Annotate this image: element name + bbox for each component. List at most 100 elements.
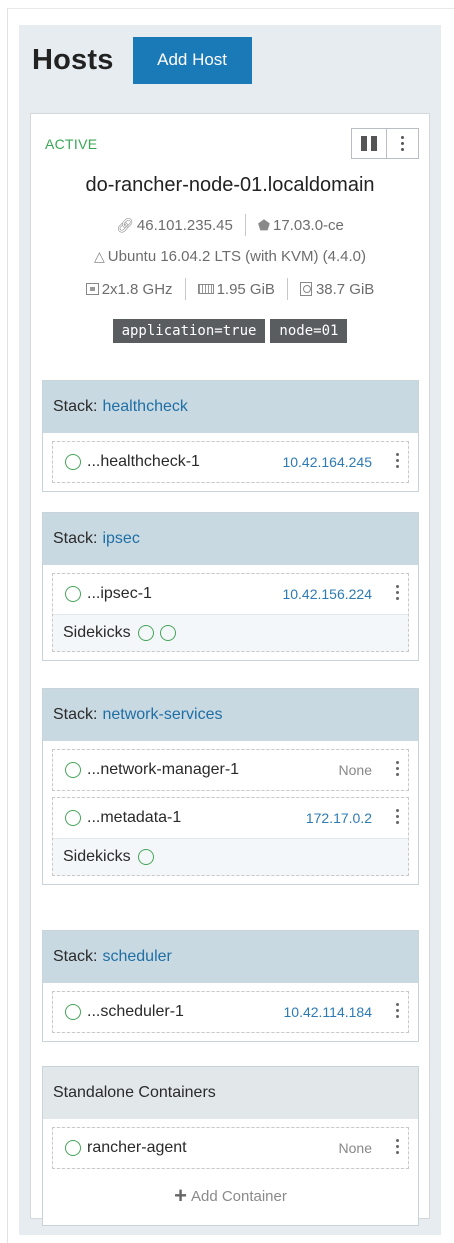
stack-body: ...healthcheck-1 10.42.164.245 (43, 433, 418, 491)
stack-header: Stack: scheduler (43, 931, 418, 983)
container-name[interactable]: ...scheduler-1 (87, 1003, 184, 1021)
os-icon: △ (94, 248, 105, 264)
standalone-header: Standalone Containers (43, 1067, 418, 1119)
host-actions (351, 128, 419, 159)
host-labels: application=true node=01 (31, 319, 429, 343)
sidekicks-row: Sidekicks (53, 614, 408, 651)
running-state-icon (65, 454, 81, 470)
stack-body: ...network-manager-1 None ...metadata-1 … (43, 741, 418, 884)
standalone-containers: Standalone Containers rancher-agent None… (42, 1066, 419, 1226)
pause-host-button[interactable] (351, 128, 387, 159)
stack-healthcheck: Stack: healthcheck ...healthcheck-1 10.4… (42, 380, 419, 492)
stack-body: rancher-agent None + Add Container (43, 1119, 418, 1225)
kebab-icon (396, 761, 399, 776)
host-status-badge: ACTIVE (45, 136, 98, 152)
container-name[interactable]: rancher-agent (87, 1139, 187, 1157)
container-ip: 10.42.164.245 (282, 454, 372, 470)
stack-scheduler: Stack: scheduler ...scheduler-1 10.42.11… (42, 930, 419, 1042)
container-name[interactable]: ...metadata-1 (87, 809, 181, 827)
sidekick-state-icon[interactable] (159, 625, 176, 641)
kebab-icon (396, 1139, 399, 1154)
container-row: ...network-manager-1 None (53, 750, 408, 790)
container-row: ...scheduler-1 10.42.114.184 (53, 992, 408, 1032)
running-state-icon (65, 810, 81, 826)
container-name[interactable]: ...network-manager-1 (87, 761, 239, 779)
panel-border-top (7, 8, 454, 9)
sidekick-state-icon[interactable] (137, 849, 154, 865)
sidekick-state-icon[interactable] (137, 625, 154, 641)
running-state-icon (65, 1004, 81, 1020)
kebab-icon (396, 585, 399, 600)
stack-link[interactable]: ipsec (102, 530, 139, 548)
divider (286, 278, 288, 300)
pause-icon (359, 136, 379, 151)
container-menu-button[interactable] (396, 761, 399, 776)
add-container-button[interactable]: + Add Container (52, 1175, 409, 1217)
panel-border-left (7, 8, 8, 1243)
docker-icon: ⬟ (257, 216, 270, 233)
host-menu-button[interactable] (387, 128, 419, 159)
host-os: Ubuntu 16.04.2 LTS (with KVM) (4.4.0) (107, 248, 366, 265)
host-card: ACTIVE do-rancher-node-01.localdomain 🔗︎… (30, 113, 430, 1226)
hosts-header: Hosts Add Host (32, 35, 252, 85)
sidekicks-row: Sidekicks (53, 838, 408, 875)
container-group: ...scheduler-1 10.42.114.184 (52, 991, 409, 1033)
running-state-icon (65, 762, 81, 778)
stack-body: ...scheduler-1 10.42.114.184 (43, 983, 418, 1041)
container-ip: 172.17.0.2 (305, 810, 372, 826)
stack-header: Stack: ipsec (43, 513, 418, 565)
container-ip: 10.42.114.184 (283, 1004, 373, 1020)
sidekicks-label: Sidekicks (63, 848, 131, 865)
stack-prefix: Stack: (53, 948, 98, 965)
hosts-column: Hosts Add Host ACTIVE do-rancher-node-01… (19, 25, 441, 1235)
stack-ipsec: Stack: ipsec ...ipsec-1 10.42.156.224 Si… (42, 512, 419, 661)
container-group: ...ipsec-1 10.42.156.224 Sidekicks (52, 573, 409, 652)
link-icon: 🔗︎ (116, 216, 134, 233)
stack-link[interactable]: healthcheck (102, 398, 187, 416)
kebab-icon (396, 453, 399, 468)
container-row: ...ipsec-1 10.42.156.224 (53, 574, 408, 614)
container-row: ...metadata-1 172.17.0.2 (53, 798, 408, 838)
container-group: ...healthcheck-1 10.42.164.245 (52, 441, 409, 483)
container-ip: 10.42.156.224 (282, 586, 372, 602)
stack-prefix: Stack: (53, 706, 98, 723)
container-group: rancher-agent None (52, 1127, 409, 1169)
stack-prefix: Stack: (53, 530, 98, 547)
docker-version: 17.03.0-ce (273, 216, 344, 234)
page-title: Hosts (32, 43, 114, 76)
sidekicks-label: Sidekicks (63, 624, 131, 641)
stack-header: Stack: network-services (43, 689, 418, 741)
host-label-tag: node=01 (270, 319, 348, 343)
container-menu-button[interactable] (396, 453, 399, 468)
memory-icon (197, 284, 214, 294)
container-name[interactable]: ...healthcheck-1 (87, 453, 200, 471)
host-memory: 1.95 GiB (216, 280, 275, 298)
host-label-tag: application=true (112, 319, 266, 343)
host-os-row: △ Ubuntu 16.04.2 LTS (with KVM) (4.4.0) (31, 248, 429, 265)
host-name: do-rancher-node-01.localdomain (85, 174, 375, 196)
container-menu-button[interactable] (396, 1139, 399, 1154)
container-group: ...network-manager-1 None (52, 749, 409, 791)
container-ip: None (338, 1140, 372, 1156)
running-state-icon (65, 586, 81, 602)
stack-link[interactable]: scheduler (102, 948, 171, 966)
cpu-icon (85, 283, 99, 295)
host-resources-row: 2x1.8 GHz 1.95 GiB 38.7 GiB (31, 278, 429, 300)
container-name[interactable]: ...ipsec-1 (87, 585, 152, 603)
divider (184, 278, 186, 300)
container-menu-button[interactable] (396, 1003, 399, 1018)
divider (244, 214, 246, 236)
container-menu-button[interactable] (396, 809, 399, 824)
container-group: ...metadata-1 172.17.0.2 Sidekicks (52, 797, 409, 876)
stack-network-services: Stack: network-services ...network-manag… (42, 688, 419, 885)
stack-body: ...ipsec-1 10.42.156.224 Sidekicks (43, 565, 418, 660)
kebab-icon (396, 809, 399, 824)
add-host-button[interactable]: Add Host (132, 36, 252, 84)
kebab-icon (396, 1003, 399, 1018)
stack-header: Stack: healthcheck (43, 381, 418, 433)
stack-prefix: Stack: (53, 398, 98, 415)
plus-icon: + (174, 1183, 187, 1208)
storage-icon (299, 282, 312, 296)
stack-link[interactable]: network-services (102, 706, 222, 724)
container-menu-button[interactable] (396, 585, 399, 600)
